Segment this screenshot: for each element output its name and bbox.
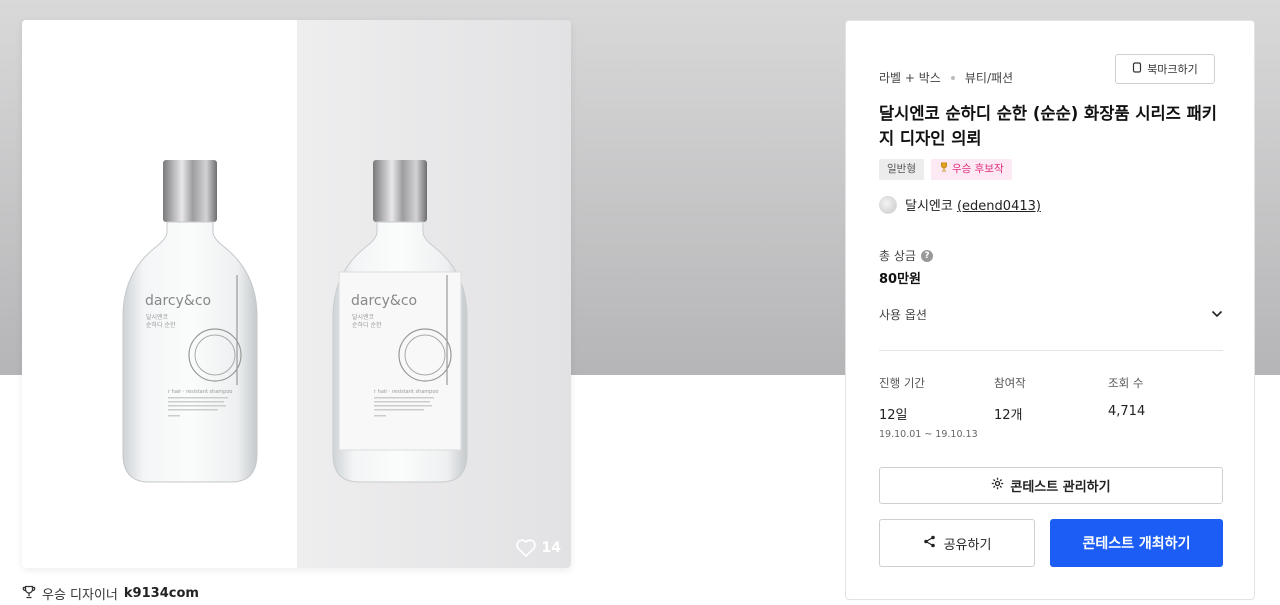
host-name[interactable]: 달시엔코 (edend0413) xyxy=(905,195,1041,214)
tag-list: 일반형 우승 후보작 xyxy=(879,159,1012,180)
type-badge: 일반형 xyxy=(879,159,924,180)
usage-options-toggle[interactable]: 사용 옵션 xyxy=(879,304,1223,324)
period-label: 진행 기간 xyxy=(879,376,925,390)
contest-title: 달시엔코 순하디 순한 (순순) 화장품 시리즈 패키지 디자인 의뢰 xyxy=(879,104,1217,148)
share-icon xyxy=(923,535,936,552)
like-counter[interactable]: 14 xyxy=(515,539,561,557)
bottle-right-icon: darcy&co 달시엔코 순하디 순한 r hair · resistant … xyxy=(332,160,468,483)
stat-period: 진행 기간 12일 19.10.01 ~ 19.10.13 xyxy=(879,375,978,440)
svg-text:r hair · resistant shampoo: r hair · resistant shampoo xyxy=(374,389,438,395)
design-gallery[interactable]: darcy&co 달시엔코 순하디 순한 r hair · resistant … xyxy=(22,20,571,568)
bottle-render-image: darcy&co 달시엔코 순하디 순한 r hair · resistant … xyxy=(122,160,468,483)
manage-contest-button[interactable]: 콘테스트 관리하기 xyxy=(879,467,1223,504)
host-info: 달시엔코 (edend0413) xyxy=(879,195,1041,214)
winner-designer: 우승 디자이너 k9134com xyxy=(22,584,199,603)
bookmark-icon xyxy=(1132,62,1142,76)
contest-info-card: 라벨 + 박스 뷰티/패션 북마크하기 달시엔코 순하디 순한 (순순) 화장품… xyxy=(845,20,1255,600)
host-contest-button[interactable]: 콘테스트 개최하기 xyxy=(1050,519,1223,567)
gear-icon xyxy=(991,477,1004,494)
award-badge-label: 우승 후보작 xyxy=(951,163,1004,175)
period-range: 19.10.01 ~ 19.10.13 xyxy=(879,429,978,440)
svg-text:달시엔코: 달시엔코 xyxy=(146,313,169,321)
bookmark-label: 북마크하기 xyxy=(1147,63,1198,76)
winner-label: 우승 디자이너 xyxy=(42,588,118,603)
participants-value: 12개 xyxy=(994,408,1023,423)
svg-text:순하디 순한: 순하디 순한 xyxy=(352,321,382,329)
prize-value: 80만원 xyxy=(879,272,922,287)
divider xyxy=(879,350,1223,351)
bookmark-button[interactable]: 북마크하기 xyxy=(1115,54,1215,84)
manage-contest-label: 콘테스트 관리하기 xyxy=(1010,480,1111,495)
participants-label: 참여작 xyxy=(994,376,1026,390)
usage-options-label: 사용 옵션 xyxy=(879,307,927,322)
help-icon[interactable]: ? xyxy=(920,249,933,262)
stat-participants: 참여작 12개 xyxy=(994,375,1026,423)
host-display-name: 달시엔코 xyxy=(905,199,953,214)
svg-text:r hair · resistant shampoo: r hair · resistant shampoo xyxy=(168,389,232,395)
prize-label: 총 상금 ? xyxy=(879,247,933,264)
category-sub[interactable]: 뷰티/패션 xyxy=(965,69,1013,86)
winner-name[interactable]: k9134com xyxy=(124,586,199,601)
svg-text:darcy&co: darcy&co xyxy=(351,293,417,309)
host-id: (edend0413) xyxy=(956,199,1041,214)
trophy-icon xyxy=(22,585,36,603)
svg-text:달시엔코: 달시엔코 xyxy=(352,313,375,321)
period-value: 12일 xyxy=(879,408,908,423)
svg-text:darcy&co: darcy&co xyxy=(145,293,211,309)
award-badge: 우승 후보작 xyxy=(930,159,1012,180)
like-count: 14 xyxy=(541,540,561,556)
svg-text:순하디 순한: 순하디 순한 xyxy=(146,321,176,329)
share-button[interactable]: 공유하기 xyxy=(879,519,1035,567)
category-breadcrumb: 라벨 + 박스 뷰티/패션 xyxy=(879,69,1013,86)
views-label: 조회 수 xyxy=(1108,376,1144,390)
bottle-left-icon: darcy&co 달시엔코 순하디 순한 r hair · resistant … xyxy=(122,160,258,483)
category-main[interactable]: 라벨 + 박스 xyxy=(879,69,941,86)
prize-label-text: 총 상금 xyxy=(879,249,916,263)
avatar xyxy=(879,195,897,214)
heart-icon xyxy=(515,539,536,557)
stat-views: 조회 수 4,714 xyxy=(1108,375,1145,419)
trophy-icon xyxy=(939,159,949,180)
share-label: 공유하기 xyxy=(943,537,992,553)
separator-dot xyxy=(950,75,955,80)
chevron-down-icon xyxy=(1211,307,1223,321)
views-value: 4,714 xyxy=(1108,404,1146,419)
